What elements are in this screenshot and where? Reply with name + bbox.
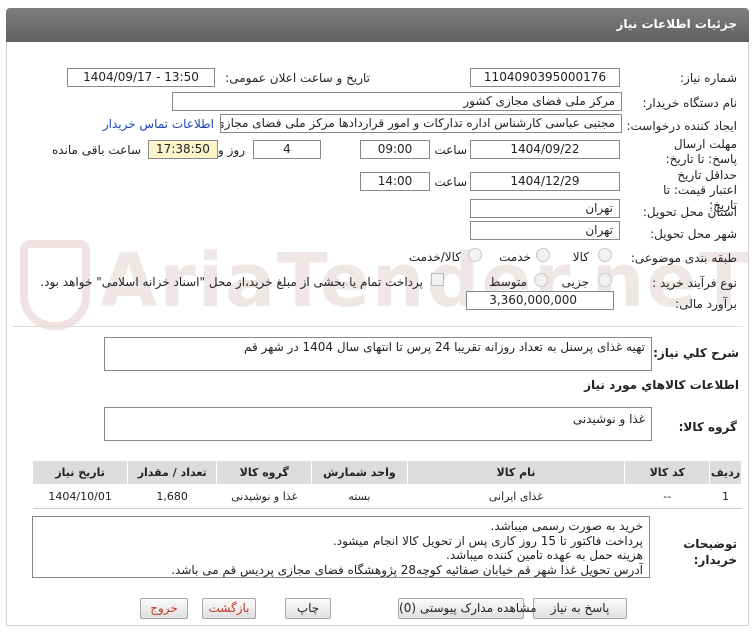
col-row: ردیف <box>709 460 742 485</box>
purchase-option-medium: متوسط <box>489 275 527 289</box>
attachments-button[interactable]: مشاهده مدارک پیوستی (0) <box>398 598 537 619</box>
page-title: جزئیات اطلاعات نیاز <box>616 17 737 31</box>
category-radio-service[interactable] <box>536 248 550 262</box>
table-row: 1 -- غذای ایرانی بسته غذا و نوشیدنی 1,68… <box>32 484 742 509</box>
col-qty: تعداد / مقدار <box>127 460 218 485</box>
treasury-checkbox[interactable] <box>431 273 444 286</box>
goods-group-label: گروه کالا: <box>678 420 737 434</box>
category-radio-goods-service[interactable] <box>468 248 482 262</box>
cell-unit: بسته <box>311 484 408 509</box>
cell-qty: 1,680 <box>127 484 217 509</box>
goods-group-field: غذا و نوشیدنی <box>104 407 652 441</box>
note-line: پرداخت فاکتور تا 15 روز کاری پس از تحویل… <box>332 533 643 548</box>
goods-info-heading: اطلاعات کالاهاي مورد نياز <box>584 378 739 392</box>
col-unit: واحد شمارش <box>311 460 408 485</box>
exit-button[interactable]: خروج <box>140 598 188 619</box>
need-desc-label: شرح کلي نياز: <box>653 346 739 360</box>
city-label: شهر محل تحویل: <box>650 227 737 241</box>
col-group: گروه کالا <box>216 460 313 485</box>
cell-group: غذا و نوشیدنی <box>216 484 312 509</box>
need-number-label: شماره نیاز: <box>680 71 737 85</box>
validity-time-field: 14:00 <box>360 172 430 191</box>
table-header-row: ردیف کد کالا نام کالا واحد شمارش گروه کا… <box>31 460 742 485</box>
note-line: هزینه حمل به عهده تامین کننده میباشد. <box>446 548 643 562</box>
col-date: تاریخ نیاز <box>31 460 129 485</box>
estimate-label: برآورد مالی: <box>675 297 737 311</box>
reply-time-field: 09:00 <box>360 140 430 159</box>
province-label: استان محل تحویل: <box>642 205 737 219</box>
category-label: طبقه بندی موضوعی: <box>630 251 737 265</box>
treasury-note: پرداخت تمام یا بخشی از مبلغ خرید،از محل … <box>40 275 423 289</box>
page-header: جزئیات اطلاعات نیاز <box>6 8 749 42</box>
buyer-notes-field: خرید به صورت رسمی میباشد. پرداخت فاکتور … <box>32 516 650 578</box>
contact-buyer-link[interactable]: اطلاعات تماس خریدار <box>103 117 214 131</box>
days-and-label: روز و <box>218 143 245 157</box>
remaining-label: ساعت باقی مانده <box>51 143 141 157</box>
announce-date-label: تاریخ و ساعت اعلان عمومی: <box>225 71 370 85</box>
cell-date: 1404/10/01 <box>32 484 128 509</box>
purchase-radio-medium[interactable] <box>534 273 548 287</box>
reply-button[interactable]: پاسخ به نیاز <box>533 598 627 619</box>
validity-date-field: 1404/12/29 <box>470 172 620 191</box>
col-name: نام کالا <box>406 460 626 485</box>
buyer-org-label: نام دستگاه خریدار: <box>642 96 738 110</box>
note-line: آدرس تحویل غذا شهر قم خیابان صفائیه کوچه… <box>171 562 643 577</box>
purchase-radio-minor[interactable] <box>598 273 612 287</box>
purchase-type-label: نوع فرآیند خرید : <box>652 276 737 290</box>
requester-label: ایجاد کننده درخواست: <box>626 119 737 133</box>
purchase-option-minor: جزیی <box>561 275 589 289</box>
need-number-field: 1104090395000176 <box>470 68 620 87</box>
province-field: تهران <box>470 199 620 218</box>
category-option-goods: کالا <box>572 250 589 264</box>
reply-time-label: ساعت <box>434 143 467 157</box>
reply-days-field: 4 <box>253 140 321 159</box>
cell-name: غذای ایرانی <box>407 484 625 509</box>
print-button[interactable]: چاپ <box>285 598 331 619</box>
note-line: خرید به صورت رسمی میباشد. <box>490 519 643 533</box>
need-desc-field: تهیه غذای پرسنل به تعداد روزانه تقریبا 2… <box>104 337 652 371</box>
contact-buyer-link-text[interactable]: اطلاعات تماس خریدار <box>103 117 214 131</box>
category-option-service: خدمت <box>499 250 531 264</box>
remaining-time-field: 17:38:50 <box>148 140 218 159</box>
goods-table: ردیف کد کالا نام کالا واحد شمارش گروه کا… <box>31 460 742 509</box>
category-option-goods-service: کالا/خدمت <box>408 250 461 264</box>
category-radio-goods[interactable] <box>598 248 612 262</box>
estimate-field: 3,360,000,000 <box>466 291 614 310</box>
cell-row: 1 <box>709 484 742 509</box>
section-divider <box>12 326 743 327</box>
buyer-notes-label: توضیحات خریدار: <box>683 537 737 567</box>
col-code: کد کالا <box>624 460 711 485</box>
reply-deadline-label: مهلت ارسال پاسخ: تا تاریخ: <box>665 137 737 166</box>
validity-time-label: ساعت <box>434 175 467 189</box>
requester-field: مجتبی عباسی کارشناس اداره تدارکات و امور… <box>220 114 622 133</box>
reply-date-field: 1404/09/22 <box>470 140 620 159</box>
back-button[interactable]: بازگشت <box>202 598 256 619</box>
cell-code: -- <box>624 484 710 509</box>
announce-date-field: 1404/09/17 - 13:50 <box>67 68 215 87</box>
city-field: تهران <box>470 221 620 240</box>
buyer-org-field: مرکز ملی فضای مجازی کشور <box>172 92 622 111</box>
